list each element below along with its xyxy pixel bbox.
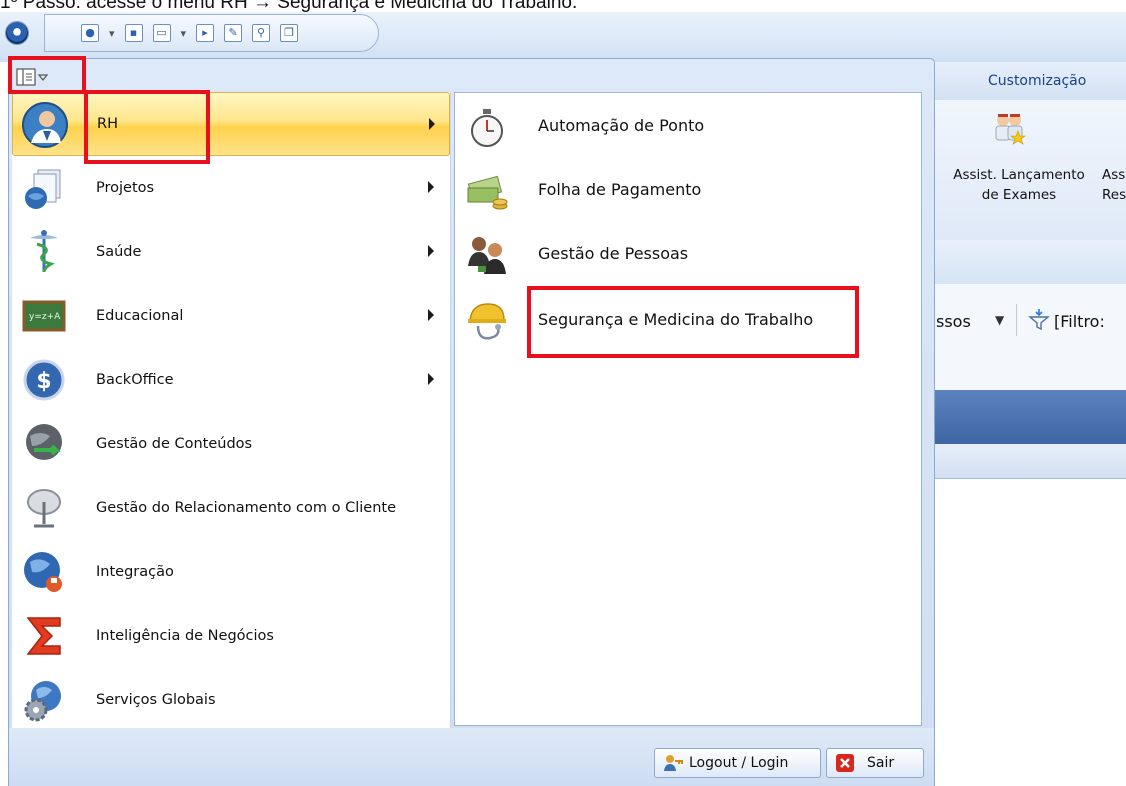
grid-header-band [935,390,1126,444]
menu-item-inteligencia-negocios[interactable]: Inteligência de Negócios [12,604,450,668]
submenu-item-label: Automação de Ponto [538,116,705,135]
stopwatch-icon [471,109,503,147]
user-icon [22,102,68,148]
logout-label: Logout / Login [689,755,789,771]
menu-item-gestao-conteudos[interactable]: Gestão de Conteúdos [12,412,450,476]
exit-button[interactable]: Sair [826,748,924,778]
menu-item-saude[interactable]: Saúde [12,220,450,284]
submenu-item-gestao-pessoas[interactable]: Gestão de Pessoas [456,222,920,286]
satellite-dish-icon [27,489,61,528]
people-icon [468,237,506,274]
menu-item-gestao-relacionamento[interactable]: Gestão do Relacionamento com o Cliente [12,476,450,540]
globe-plug-icon [24,552,62,592]
menu-item-label: Inteligência de Negócios [96,628,274,644]
exam-assistant-button[interactable]: Assist. Lançamento de Exames [938,165,1100,205]
menu-item-projetos[interactable]: Projetos [12,156,450,220]
chevron-right-icon [428,309,434,321]
menu-item-backoffice[interactable]: $ BackOffice [12,348,450,412]
new-document-icon[interactable]: ▪ [124,24,143,42]
menu-item-label: Educacional [96,308,184,324]
divider [1016,304,1017,336]
highlight-rh [84,90,210,164]
application-orb-icon[interactable] [6,22,28,44]
menu-item-label: Gestão do Relacionamento com o Cliente [96,500,397,516]
caduceus-icon [30,230,58,273]
menu-item-label: Projetos [96,180,155,196]
helmet-stethoscope-icon [468,303,506,340]
exit-label: Sair [867,755,895,771]
chevron-right-icon [428,373,434,385]
ribbon-secondary-strip [935,240,1126,285]
highlight-menu-toggle [8,56,86,94]
filter-bar [935,284,1126,390]
menu-item-rh[interactable]: RH [12,92,450,156]
cut-off-ribbon-button[interactable]: Ass Res [1102,165,1126,205]
brush-icon[interactable]: ✎ [224,24,243,42]
globe-arrow-icon [26,424,62,460]
window-icon[interactable]: ▭ [152,24,171,42]
submenu-item-label: Gestão de Pessoas [538,244,689,263]
menu-item-label: Saúde [96,244,142,260]
key-user-icon [664,755,683,771]
quick-access-toolbar: ● ▾ ▪ ▭ ▾ ▸ ✎ ⚲ ❐ [44,14,379,52]
logout-login-button[interactable]: Logout / Login [654,748,821,778]
close-icon [836,754,854,772]
cut-label-1: Ass [1102,167,1126,183]
chevron-right-icon [428,245,434,257]
menu-item-integracao[interactable]: Integração [12,540,450,604]
submenu-item-automacao-ponto[interactable]: Automação de Ponto [456,94,920,158]
svg-text:$: $ [36,369,51,394]
filter-label[interactable]: [Filtro: [1054,312,1105,331]
menu-item-label: Gestão de Conteúdos [96,436,253,452]
chevron-right-icon [428,181,434,193]
tab-customizacao[interactable]: Customização [988,66,1086,96]
exam-assistant-label-2: de Exames [981,187,1057,203]
money-icon [467,175,508,210]
chevron-right-icon [429,118,435,130]
copy-icon[interactable]: ❐ [280,24,299,42]
dollar-icon: $ [23,359,65,401]
menu-item-label: Integração [96,564,174,580]
search-users-icon[interactable]: ⚲ [252,24,271,42]
cut-label-2: Res [1102,187,1126,203]
chevron-down-icon[interactable]: ▼ [995,313,1004,327]
svg-text:y=z+A: y=z+A [29,312,61,322]
submenu-item-folha-pagamento[interactable]: Folha de Pagamento [456,158,920,222]
submenu-item-label: Folha de Pagamento [538,180,702,199]
projects-icon [25,169,61,209]
grid-column-header [935,444,1126,479]
color-palette-icon[interactable]: ● [81,24,99,42]
process-dropdown[interactable]: ssos [936,312,971,331]
filter-icon[interactable] [1028,308,1050,330]
globe-gear-icon [24,681,61,722]
exam-assistant-icon [995,114,1026,145]
menu-item-educacional[interactable]: y=z+A Educacional [12,284,450,348]
menu-item-label: BackOffice [96,372,174,388]
export-icon[interactable]: ▸ [196,24,215,42]
highlight-seguranca-medicina [527,286,859,358]
sigma-icon [26,617,61,655]
chalkboard-icon: y=z+A [22,300,66,332]
exam-assistant-label-1: Assist. Lançamento [953,167,1085,183]
menu-item-servicos-globais[interactable]: Serviços Globais [12,668,450,732]
menu-item-label: Serviços Globais [96,692,216,708]
